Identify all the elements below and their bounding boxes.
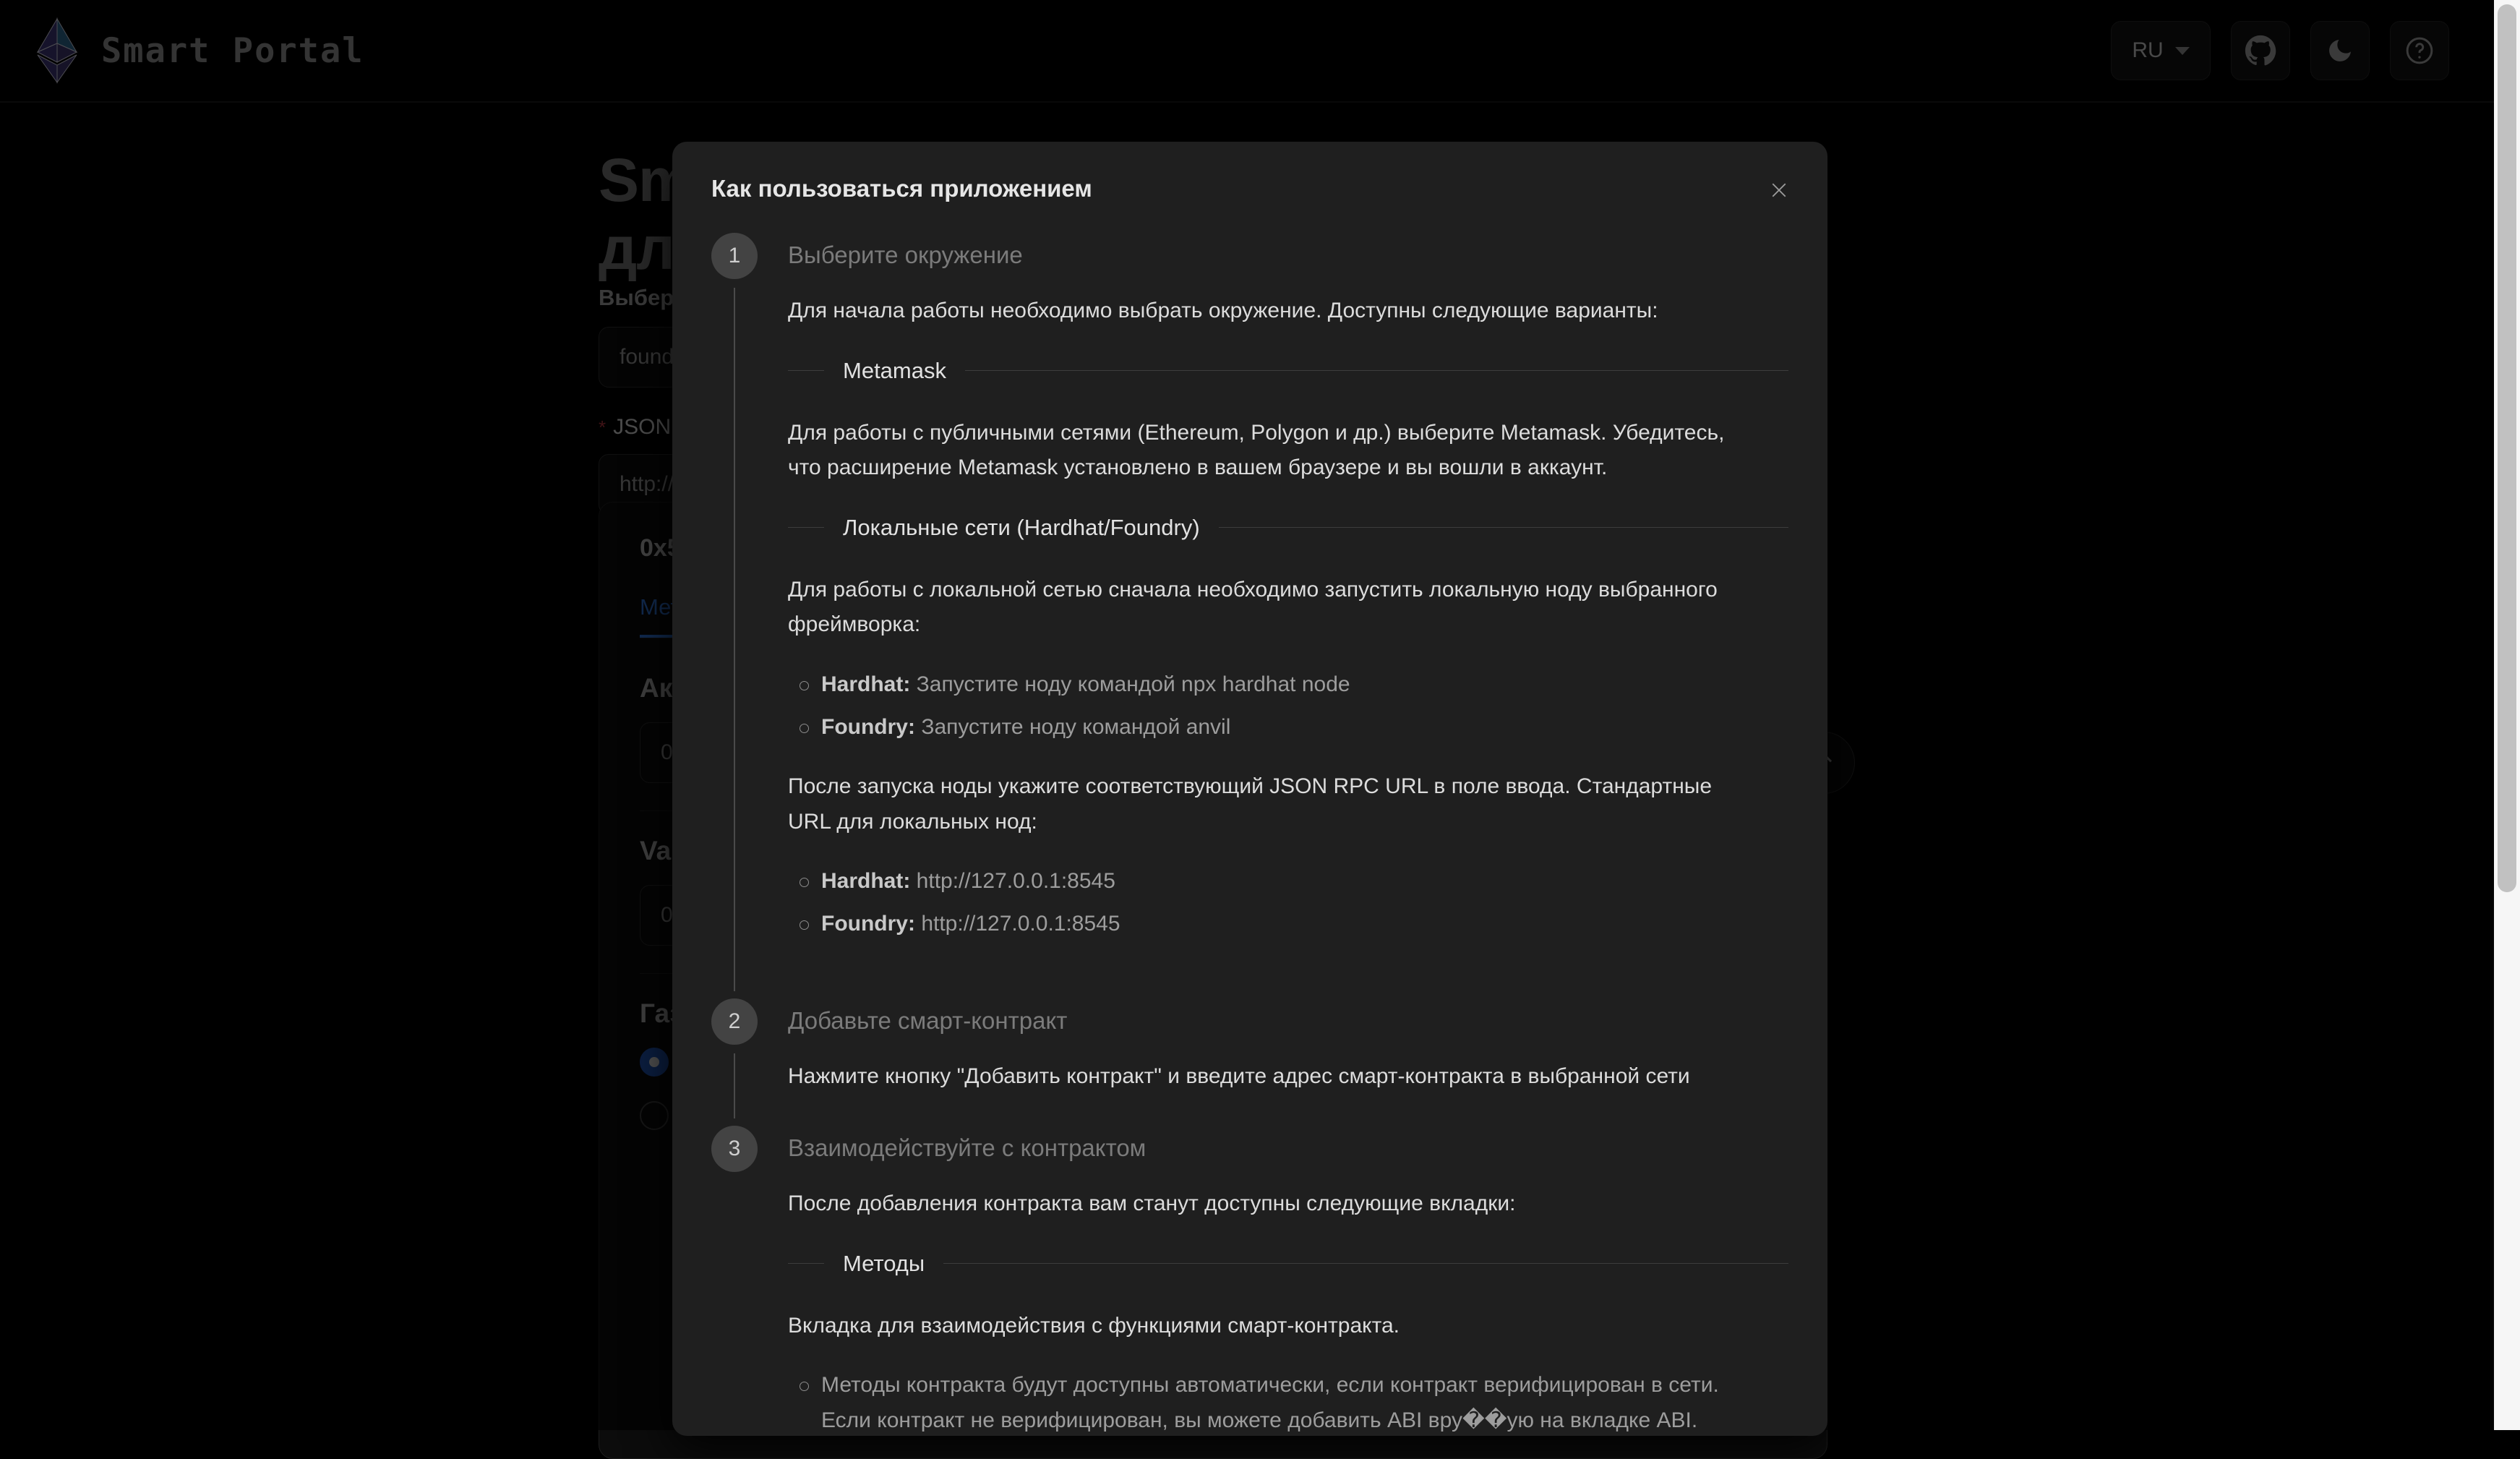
step-2: 2 Добавьте смарт-контракт Нажмите кнопку… — [711, 998, 1788, 1126]
node-url-name: Foundry: — [821, 912, 915, 936]
node-url-name: Hardhat: — [821, 869, 910, 893]
divider-line-left — [788, 527, 824, 528]
list-item: Foundry: Запустите ноду командой anvil — [821, 710, 1754, 745]
divider-methods: Методы — [788, 1251, 1788, 1277]
step-1: 1 Выберите окружение Для начала работы н… — [711, 233, 1788, 998]
metamask-description: Для работы с публичными сетями (Ethereum… — [788, 416, 1749, 486]
modal-header: Как пользоваться приложением — [672, 142, 1827, 221]
divider-line-right — [1219, 527, 1788, 528]
page-scrollbar-thumb[interactable] — [2498, 4, 2516, 892]
divider-local-networks-label: Локальные сети (Hardhat/Foundry) — [824, 515, 1219, 541]
divider-local-networks: Локальные сети (Hardhat/Foundry) — [788, 515, 1788, 541]
modal-body: 1 Выберите окружение Для начала работы н… — [672, 233, 1827, 1436]
divider-line-left — [788, 1263, 824, 1264]
step-connector-line — [734, 288, 735, 991]
step-3-body: После добавления контракта вам станут до… — [788, 1186, 1788, 1436]
page-scrollbar-track[interactable] — [2494, 0, 2520, 1430]
step-connector-line — [734, 1053, 735, 1119]
step-1-intro: Для начала работы необходимо выбрать окр… — [788, 294, 1749, 329]
step-1-body: Для начала работы необходимо выбрать окр… — [788, 294, 1788, 998]
step-2-body: Нажмите кнопку "Добавить контракт" и вве… — [788, 1059, 1788, 1126]
node-urls-list: Hardhat: http://127.0.0.1:8545 Foundry: … — [788, 864, 1788, 941]
node-command-text: Запустите ноду командой npx hardhat node — [910, 672, 1350, 696]
step-3-title: Взаимодействуйте с контрактом — [788, 1126, 1788, 1162]
node-command-name: Foundry: — [821, 715, 915, 739]
node-commands-list: Hardhat: Запустите ноду командой npx har… — [788, 667, 1788, 745]
rpc-url-description: После запуска ноды укажите соответствующ… — [788, 769, 1749, 839]
divider-line-left — [788, 370, 824, 371]
node-command-text: Запустите ноду командой anvil — [915, 715, 1230, 739]
step-2-title: Добавьте смарт-контракт — [788, 998, 1788, 1035]
node-url-text: http://127.0.0.1:8545 — [915, 912, 1120, 936]
step-number-badge: 1 — [711, 233, 758, 279]
methods-bullets-list: Методы контракта будут доступны автомати… — [788, 1368, 1788, 1436]
node-command-name: Hardhat: — [821, 672, 910, 696]
list-item: Hardhat: Запустите ноду командой npx har… — [821, 667, 1754, 703]
divider-metamask: Metamask — [788, 358, 1788, 384]
list-item: Foundry: http://127.0.0.1:8545 — [821, 907, 1754, 942]
step-1-title: Выберите окружение — [788, 233, 1788, 269]
divider-metamask-label: Metamask — [824, 358, 965, 384]
local-networks-description: Для работы с локальной сетью сначала нео… — [788, 573, 1749, 643]
step-number-badge: 2 — [711, 998, 758, 1045]
divider-line-right — [965, 370, 1788, 371]
list-item: Методы контракта будут доступны автомати… — [821, 1368, 1754, 1436]
step-3-intro: После добавления контракта вам станут до… — [788, 1186, 1749, 1222]
step-number-badge: 3 — [711, 1126, 758, 1172]
methods-description: Вкладка для взаимодействия с функциями с… — [788, 1309, 1749, 1344]
step-3: 3 Взаимодействуйте с контрактом После до… — [711, 1126, 1788, 1436]
divider-methods-label: Методы — [824, 1251, 943, 1277]
divider-line-right — [943, 1263, 1788, 1264]
list-item: Hardhat: http://127.0.0.1:8545 — [821, 864, 1754, 899]
modal-title: Как пользоваться приложением — [711, 175, 1788, 202]
close-icon[interactable] — [1758, 169, 1800, 211]
node-url-text: http://127.0.0.1:8545 — [910, 869, 1115, 893]
step-2-text: Нажмите кнопку "Добавить контракт" и вве… — [788, 1059, 1749, 1095]
how-to-use-modal: Как пользоваться приложением 1 Выберите … — [672, 142, 1827, 1436]
